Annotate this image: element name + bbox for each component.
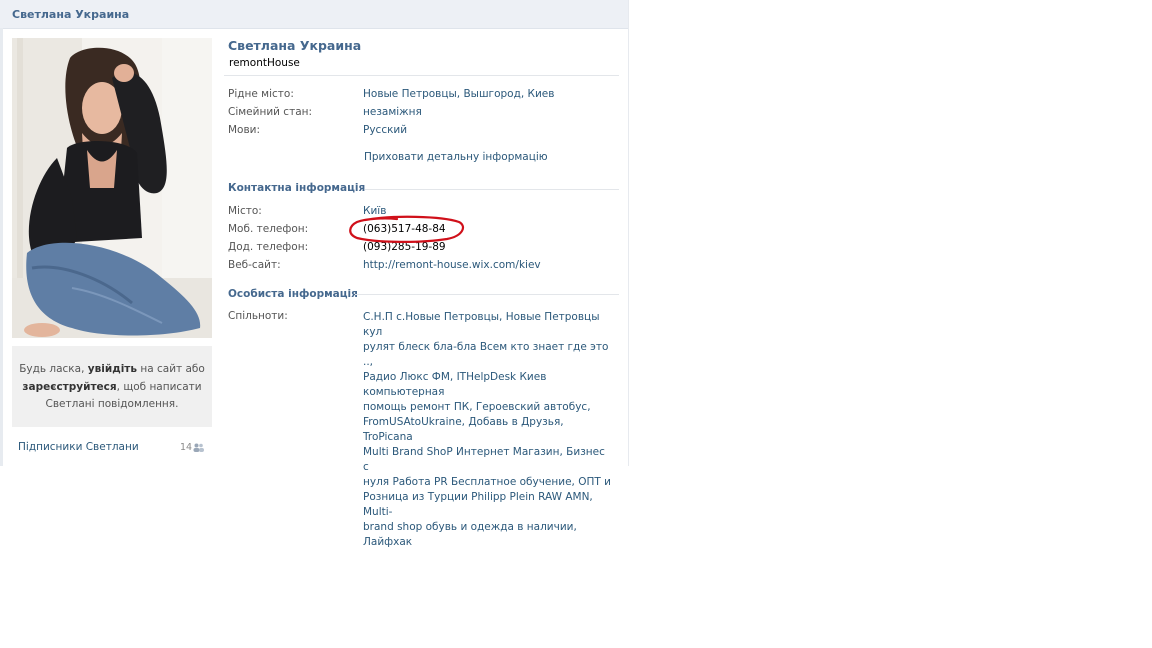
divider [365,189,619,190]
contact-value-website[interactable]: http://remont-house.wix.com/kiev [363,259,541,271]
groups-line[interactable]: С.Н.П с.Новые Петровцы, Новые Петровцы к… [363,310,611,340]
detail-label: Сімейний стан: [228,106,313,118]
groups-line[interactable]: brand shop обувь и одежда в наличии, Лай… [363,520,611,550]
login-text: , щоб написати [116,380,202,393]
profile-photo[interactable] [12,38,212,338]
people-icon [193,443,204,455]
contact-label: Місто: [228,205,262,217]
personal-section-title: Особиста інформація [228,288,358,300]
header-title: Светлана Украина [12,8,130,21]
groups-line[interactable]: Радио Люкс ФМ, ITHelpDesk Киев компьютер… [363,370,611,400]
contact-section-title: Контактна інформація [228,182,366,194]
profile-page: Светлана Украина Будь ласка, увійдіть на… [0,0,629,548]
groups-line[interactable]: рулят блеск бла-бла Всем кто знает где э… [363,340,611,370]
profile-status: remontHouse [229,57,300,69]
login-link[interactable]: увійдіть [88,363,137,375]
register-link[interactable]: зареєструйтеся [22,381,116,393]
contact-label: Веб-сайт: [228,259,281,271]
groups-line[interactable]: нуля Работа PR Бесплатное обучение, ОПТ … [363,475,611,490]
annotation-circle [349,215,465,243]
groups-label: Спільноти: [228,310,288,322]
hide-details-link[interactable]: Приховати детальну інформацію [364,151,548,163]
user-photo-icon [12,38,212,338]
divider [355,294,619,295]
detail-value-languages[interactable]: Русский [363,124,407,136]
login-prompt-box: Будь ласка, увійдіть на сайт або зареєст… [12,346,212,427]
groups-line[interactable]: Multi Brand ShoP Интернет Магазин, Бизне… [363,445,611,475]
groups-line[interactable]: помощь ремонт ПК, Героевский автобус, [363,400,611,415]
detail-label: Рідне місто: [228,88,294,100]
detail-value-relationship[interactable]: незаміжня [363,106,422,118]
login-text: Будь ласка, [19,363,88,375]
detail-label: Мови: [228,124,261,136]
groups-line[interactable]: FromUSAtoUkraine, Добавь в Друзья, TroPi… [363,415,611,445]
subscribers-count[interactable]: 14 [180,442,192,453]
page-header: Светлана Украина [0,0,628,29]
login-text: на сайт або [137,363,205,375]
left-border [0,28,3,466]
profile-name: Светлана Украина [228,38,362,53]
subscribers-link[interactable]: Підписники Светлани [18,441,139,453]
groups-list[interactable]: С.Н.П с.Новые Петровцы, Новые Петровцы к… [363,310,611,550]
divider [224,75,619,76]
contact-label: Дод. телефон: [228,241,309,253]
contact-label: Моб. телефон: [228,223,309,235]
detail-value-hometown[interactable]: Новые Петровцы, Вышгород, Киев [363,88,554,100]
groups-line[interactable]: Розница из Турции Philipp Plein RAW AMN,… [363,490,611,520]
login-text: Светлані повідомлення. [45,398,179,410]
